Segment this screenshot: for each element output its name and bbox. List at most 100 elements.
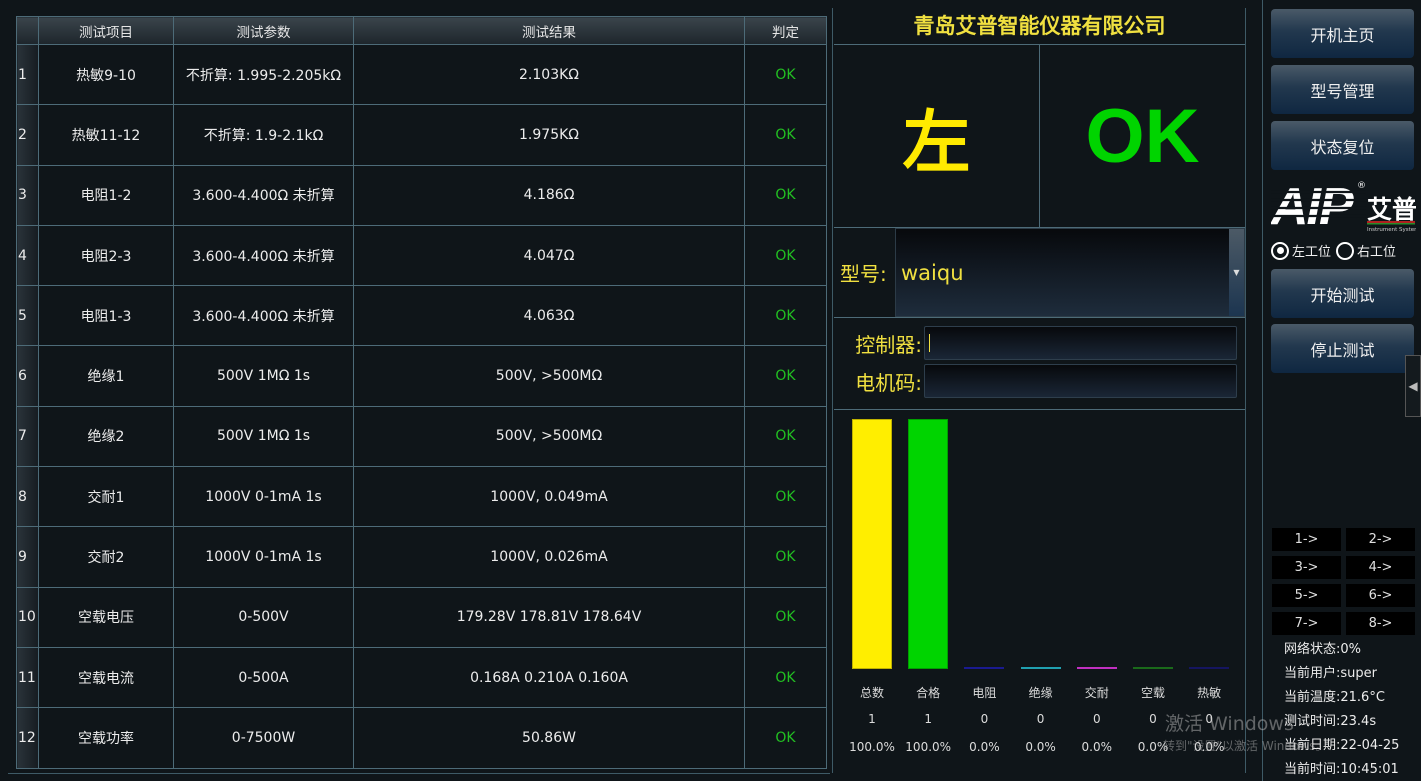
status-reset-button[interactable]: 状态复位 <box>1271 121 1414 170</box>
chart-percent-label: 0.0% <box>1193 740 1225 754</box>
test-item: 空载功率 <box>38 707 174 769</box>
channel-nav-button[interactable]: 7-> <box>1272 612 1341 635</box>
table-row[interactable]: 9 交耐2 1000V 0-1mA 1s 1000V, 0.026mA OK <box>16 526 827 588</box>
verdict: OK <box>744 104 827 166</box>
home-button[interactable]: 开机主页 <box>1271 9 1414 58</box>
row-index: 2 <box>16 104 39 166</box>
test-result: 4.063Ω <box>353 285 745 347</box>
channel-nav-button[interactable]: 3-> <box>1272 556 1341 579</box>
test-item: 电阻1-2 <box>38 164 174 226</box>
stop-test-button[interactable]: 停止测试 <box>1271 324 1414 373</box>
chart-category-label: 热敏 <box>1197 686 1222 700</box>
channel-nav-button[interactable]: 2-> <box>1346 528 1415 551</box>
chart-category-label: 交耐 <box>1084 686 1109 700</box>
chart-bar <box>1076 667 1117 669</box>
verdict: OK <box>744 646 827 709</box>
test-item: 绝缘2 <box>38 405 174 468</box>
test-item: 空载电流 <box>38 646 174 709</box>
channel-nav-button[interactable]: 1-> <box>1272 528 1341 551</box>
table-header-row: 测试项目 测试参数 测试结果 判定 <box>16 16 827 45</box>
radio-right-label: 右工位 <box>1357 245 1397 260</box>
start-test-button[interactable]: 开始测试 <box>1271 269 1414 318</box>
test-result: 4.186Ω <box>353 164 745 226</box>
channel-nav-button[interactable]: 8-> <box>1346 612 1415 635</box>
row-index: 12 <box>16 707 39 769</box>
channel-nav-grid: 1-> 2-> 3-> 4-> 5-> 6-> 7-> 8-> <box>1272 528 1415 635</box>
header-test-item: 测试项目 <box>38 16 174 45</box>
radio-right-station[interactable]: 右工位 <box>1336 241 1396 260</box>
chevron-left-icon[interactable]: ◀ <box>1405 355 1421 417</box>
chart-count-label: 0 <box>1205 712 1213 726</box>
model-label: 型号: <box>840 262 887 286</box>
table-row[interactable]: 5 电阻1-3 3.600-4.400Ω 未折算 4.063Ω OK <box>16 285 827 347</box>
model-row: 型号: waiqu ▼ <box>834 228 1245 318</box>
chart-percent-label: 0.0% <box>1025 740 1056 754</box>
channel-nav-button[interactable]: 6-> <box>1346 584 1415 607</box>
table-row[interactable]: 12 空载功率 0-7500W 50.86W OK <box>16 707 827 769</box>
table-row[interactable]: 10 空载电压 0-500V 179.28V 178.81V 178.64V OK <box>16 586 827 648</box>
test-item: 交耐2 <box>38 526 174 588</box>
verdict: OK <box>744 164 827 226</box>
chart-percent-label: 0.0% <box>1081 740 1113 754</box>
model-select[interactable]: waiqu ▼ <box>895 228 1245 317</box>
text-cursor <box>929 334 930 352</box>
table-row[interactable]: 3 电阻1-2 3.600-4.400Ω 未折算 4.186Ω OK <box>16 164 827 226</box>
motor-code-input[interactable] <box>924 364 1237 398</box>
radio-left-station[interactable]: 左工位 <box>1271 241 1331 260</box>
row-index: 7 <box>16 405 39 468</box>
test-item: 电阻2-3 <box>38 224 174 287</box>
table-row[interactable]: 1 热敏9-10 不折算: 1.995-2.205kΩ 2.103KΩ OK <box>16 43 827 106</box>
verdict: OK <box>744 405 827 468</box>
test-result: 50.86W <box>353 707 745 769</box>
table-row[interactable]: 7 绝缘2 500V 1MΩ 1s 500V, >500MΩ OK <box>16 405 827 468</box>
test-param: 0-7500W <box>173 707 354 769</box>
chart-count-label: 0 <box>1092 712 1101 726</box>
chart-bar <box>964 667 1005 669</box>
table-row[interactable]: 8 交耐1 1000V 0-1mA 1s 1000V, 0.049mA OK <box>16 466 827 528</box>
radio-unselected-icon[interactable] <box>1336 241 1355 260</box>
test-param: 1000V 0-1mA 1s <box>173 466 354 528</box>
test-param: 500V 1MΩ 1s <box>173 345 354 407</box>
right-panel: 开机主页 型号管理 状态复位 AIP ® 艾普 Instrument Syste… <box>1262 0 1421 781</box>
test-item: 热敏11-12 <box>38 104 174 166</box>
channel-nav-button[interactable]: 5-> <box>1272 584 1341 607</box>
test-item: 空载电压 <box>38 586 174 648</box>
test-result: 1000V, 0.049mA <box>353 466 745 528</box>
verdict: OK <box>744 526 827 588</box>
verdict: OK <box>744 345 827 407</box>
chart-percent-label: 0.0% <box>1137 740 1169 754</box>
verdict: OK <box>744 43 827 106</box>
channel-nav-button[interactable]: 4-> <box>1346 556 1415 579</box>
test-result: 500V, >500MΩ <box>353 405 745 468</box>
radio-selected-icon[interactable] <box>1271 241 1289 260</box>
radio-left-label: 左工位 <box>1292 245 1332 260</box>
verdict: OK <box>744 224 827 287</box>
controller-input[interactable] <box>924 326 1237 360</box>
status-info-line: 当前用户:super <box>1284 666 1377 681</box>
chart-count-label: 0 <box>1036 712 1045 726</box>
table-row[interactable]: 2 热敏11-12 不折算: 1.9-2.1kΩ 1.975KΩ OK <box>16 104 827 166</box>
chart-count-label: 1 <box>924 712 932 726</box>
row-index: 8 <box>16 466 39 528</box>
test-param: 1000V 0-1mA 1s <box>173 526 354 588</box>
chart-count-label: 1 <box>868 712 876 726</box>
row-index: 6 <box>16 345 39 407</box>
table-row[interactable]: 4 电阻2-3 3.600-4.400Ω 未折算 4.047Ω OK <box>16 224 827 287</box>
station-indicator: 左 <box>902 103 971 183</box>
chart-count-label: 0 <box>980 712 989 726</box>
chart-percent-label: 0.0% <box>969 740 1000 754</box>
dropdown-arrow-icon[interactable]: ▼ <box>1229 229 1244 316</box>
chart-bar <box>1133 667 1173 669</box>
table-row[interactable]: 11 空载电流 0-500A 0.168A 0.210A 0.160A OK <box>16 646 827 709</box>
row-index: 11 <box>16 646 39 709</box>
test-results-table-container: 测试项目 测试参数 测试结果 判定 1 热敏9-10 不折算: 1.995-2.20… <box>16 16 827 769</box>
model-management-button[interactable]: 型号管理 <box>1271 65 1414 114</box>
test-item: 绝缘1 <box>38 345 174 407</box>
header-test-result: 测试结果 <box>353 16 745 45</box>
divider <box>8 773 830 774</box>
status-info: 网络状态:0% 当前用户:super 当前温度:21.6°C 测试时间:23.4s 当前… <box>1284 638 1399 781</box>
test-param: 3.600-4.400Ω 未折算 <box>173 224 354 287</box>
test-param: 0-500A <box>173 646 354 709</box>
table-row[interactable]: 6 绝缘1 500V 1MΩ 1s 500V, >500MΩ OK <box>16 345 827 407</box>
test-result: 179.28V 178.81V 178.64V <box>353 586 745 648</box>
